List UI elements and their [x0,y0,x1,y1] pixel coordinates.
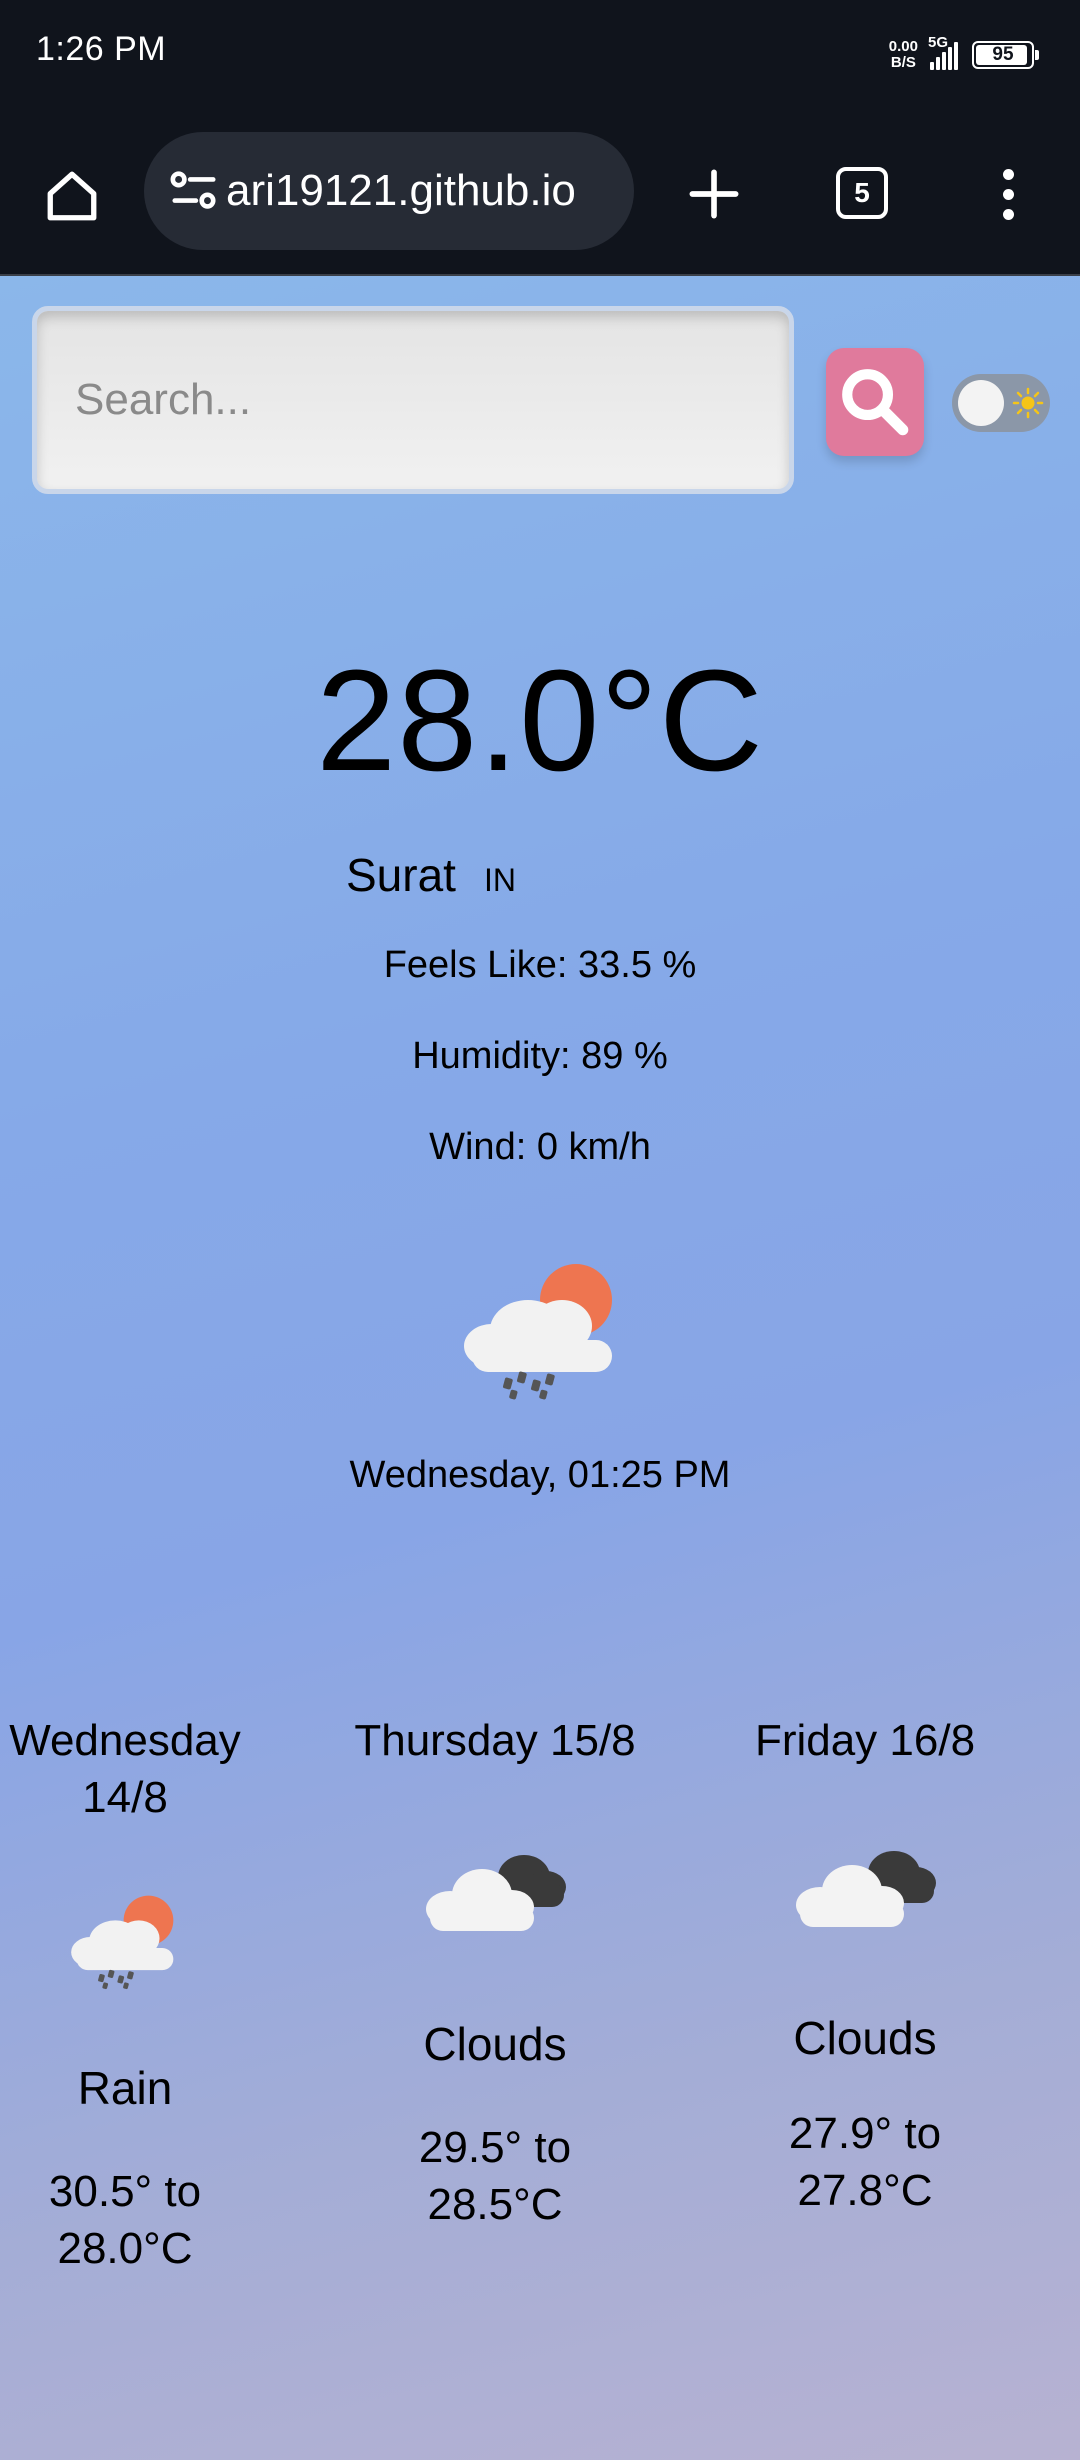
forecast-card: Thursday 15/8 Clouds 29.5° to 28.5°C [350,1712,640,2233]
address-bar[interactable]: ari19121.github.io [144,132,634,250]
signal-icon: 5G [928,34,958,70]
forecast-date: Friday 16/8 [754,1716,976,1765]
browser-toolbar: ari19121.github.io 5 [0,110,1080,276]
more-menu-button[interactable] [988,156,1028,232]
current-temperature: 28.0°C [316,640,764,801]
rain-sun-icon [464,1264,612,1400]
search-input[interactable] [32,306,794,494]
forecast-temp-range: 30.5° to 28.0°C [48,2167,202,2273]
forecast-date: Thursday 15/8 [354,1716,636,1765]
menu-dot [1002,168,1014,180]
network-type: 5G [928,34,949,51]
plus-icon [689,169,739,219]
battery-icon: 95 [972,41,1039,69]
menu-dot [1002,188,1014,200]
status-icons: 0.00 B/S 5G 95 [889,32,1039,78]
forecast-card: Friday 16/8 Clouds 27.9° to 27.8°C [720,1712,1010,2219]
clouds-icon [796,1851,936,1927]
sun-icon [1012,387,1044,419]
menu-dot [1002,208,1014,220]
humidity: Humidity: 89 % [412,1035,668,1077]
status-time: 1:26 PM [36,30,167,68]
forecast-date: Wednesday 14/8 [9,1716,241,1822]
battery-level: 95 [992,44,1014,65]
network-speed: 0.00 B/S [889,39,918,71]
forecast-description: Clouds [793,2012,937,2064]
network-speed-unit: B/S [890,54,916,71]
location: Surat IN [346,848,516,902]
forecast-description: Clouds [423,2018,567,2070]
search-icon [842,369,909,436]
clouds-icon [426,1855,566,1931]
country-code: IN [483,862,516,898]
city-name: Surat [346,849,456,901]
forecast-description: Rain [77,2062,173,2114]
wind: Wind: 0 km/h [429,1126,651,1168]
home-button[interactable] [36,160,108,232]
forecast-temp-range: 29.5° to 28.5°C [418,2123,572,2229]
search-button[interactable] [826,348,924,456]
theme-toggle[interactable] [952,374,1050,432]
tab-switcher-button[interactable]: 5 [836,167,888,219]
url-text: ari19121.github.io [226,166,576,215]
home-icon [47,171,97,221]
toggle-knob [958,380,1004,426]
weather-page: 28.0°C Surat IN Feels Like: 33.5 % Humid… [0,276,1080,2460]
new-tab-button[interactable] [676,156,752,232]
rain-sun-icon [71,1895,174,1990]
status-bar: 1:26 PM 0.00 B/S 5G 95 [0,0,1080,110]
site-settings-icon[interactable] [166,163,222,219]
forecast-temp-range: 27.9° to 27.8°C [788,2109,942,2215]
forecast-card: Wednesday 14/8 Rain 30.5° to 28.0°C [0,1712,270,2277]
network-speed-value: 0.00 [888,38,918,55]
feels-like: Feels Like: 33.5 % [383,944,697,986]
current-datetime: Wednesday, 01:25 PM [349,1454,731,1496]
